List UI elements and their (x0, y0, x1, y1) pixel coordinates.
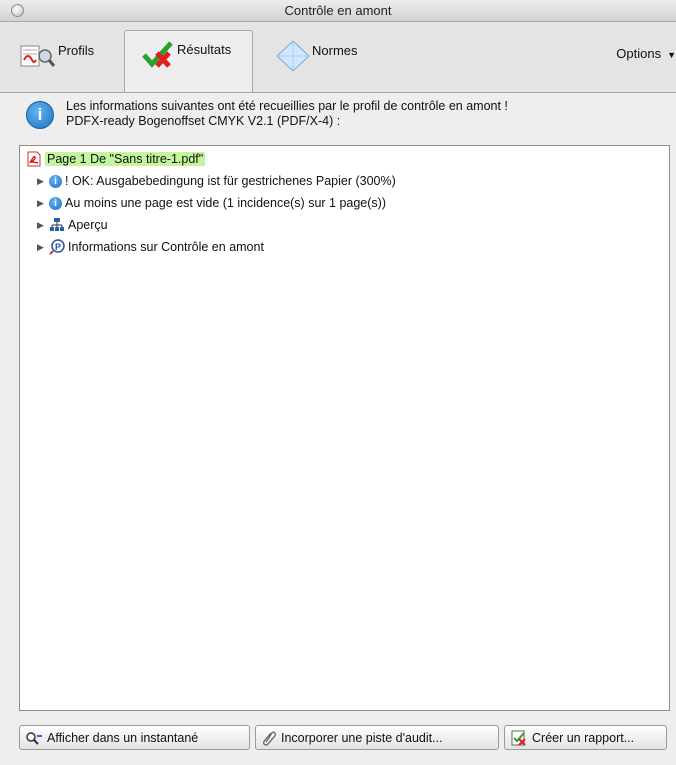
tab-profiles[interactable]: Profils (18, 32, 118, 92)
info-icon: i (49, 196, 62, 210)
tree-root-row[interactable]: Page 1 De "Sans titre-1.pdf" (26, 149, 206, 169)
disclosure-triangle-icon[interactable]: ▶ (37, 198, 47, 209)
tab-normes[interactable]: Normes (258, 32, 378, 92)
tree-root-label: Page 1 De "Sans titre-1.pdf" (45, 152, 206, 166)
tab-normes-label: Normes (312, 43, 358, 58)
overview-icon (49, 217, 68, 233)
info-icon: i (26, 101, 54, 129)
incorporate-audit-button[interactable]: Incorporer une piste d'audit... (255, 725, 499, 750)
tree-item[interactable]: ▶ i Au moins une page est vide (1 incide… (20, 193, 386, 213)
results-tree[interactable]: Page 1 De "Sans titre-1.pdf" ▶ i ! OK: A… (19, 145, 670, 711)
tab-results-label: Résultats (177, 42, 232, 57)
tab-results[interactable]: Résultats (124, 30, 253, 92)
title-bar: Contrôle en amont (0, 0, 676, 22)
disclosure-triangle-icon[interactable]: ▶ (37, 176, 47, 187)
info-line-2: PDFX-ready Bogenoffset CMYK V2.1 (PDF/X-… (66, 114, 341, 128)
tree-item-label: Au moins une page est vide (1 incidence(… (65, 196, 386, 210)
preflight-window: Contrôle en amont Profils Résultats Norm… (0, 0, 676, 765)
paperclip-icon (261, 730, 281, 746)
options-menu[interactable]: Options ▼ (616, 46, 676, 61)
info-icon: i (49, 174, 62, 188)
create-report-label: Créer un rapport... (532, 730, 635, 745)
show-snapshot-label: Afficher dans un instantané (47, 730, 199, 745)
bottom-button-bar: Afficher dans un instantané Incorporer u… (19, 725, 674, 751)
svg-text:P: P (55, 242, 61, 252)
results-panel: i Les informations suivantes ont été rec… (0, 92, 676, 765)
create-report-button[interactable]: Créer un rapport... (504, 725, 667, 750)
tree-item-label: Informations sur Contrôle en amont (68, 240, 264, 254)
info-message: i Les informations suivantes ont été rec… (26, 99, 508, 129)
preflight-info-icon: P (49, 239, 68, 255)
snapshot-magnifier-icon (25, 731, 47, 745)
tab-profiles-label: Profils (58, 43, 95, 58)
window-title: Contrôle en amont (284, 3, 392, 18)
report-checklist-icon (510, 730, 532, 746)
results-check-icon (141, 39, 175, 72)
disclosure-triangle-icon[interactable]: ▶ (37, 242, 47, 253)
profiles-icon (18, 40, 56, 73)
disclosure-triangle-icon[interactable]: ▶ (37, 220, 47, 231)
info-line-1: Les informations suivantes ont été recue… (66, 99, 508, 113)
tree-item[interactable]: ▶ P Informations sur Contrôle en amont (20, 237, 264, 257)
tree-item-label: ! OK: Ausgabebedingung ist für gestriche… (65, 174, 396, 188)
tree-item-label: Aperçu (68, 218, 108, 232)
options-arrow-icon: ▼ (667, 50, 676, 60)
normes-diamond-icon (276, 40, 310, 75)
window-control-icon[interactable] (11, 4, 24, 17)
incorporate-audit-label: Incorporer une piste d'audit... (281, 730, 443, 745)
show-snapshot-button[interactable]: Afficher dans un instantané (19, 725, 250, 750)
tree-item[interactable]: ▶ i ! OK: Ausgabebedingung ist für gestr… (20, 171, 396, 191)
tree-item[interactable]: ▶ Aperçu (20, 215, 108, 235)
options-label: Options (616, 46, 662, 61)
tab-bar: Profils Résultats Normes Options ▼ (0, 22, 676, 92)
pdf-icon (26, 151, 45, 167)
